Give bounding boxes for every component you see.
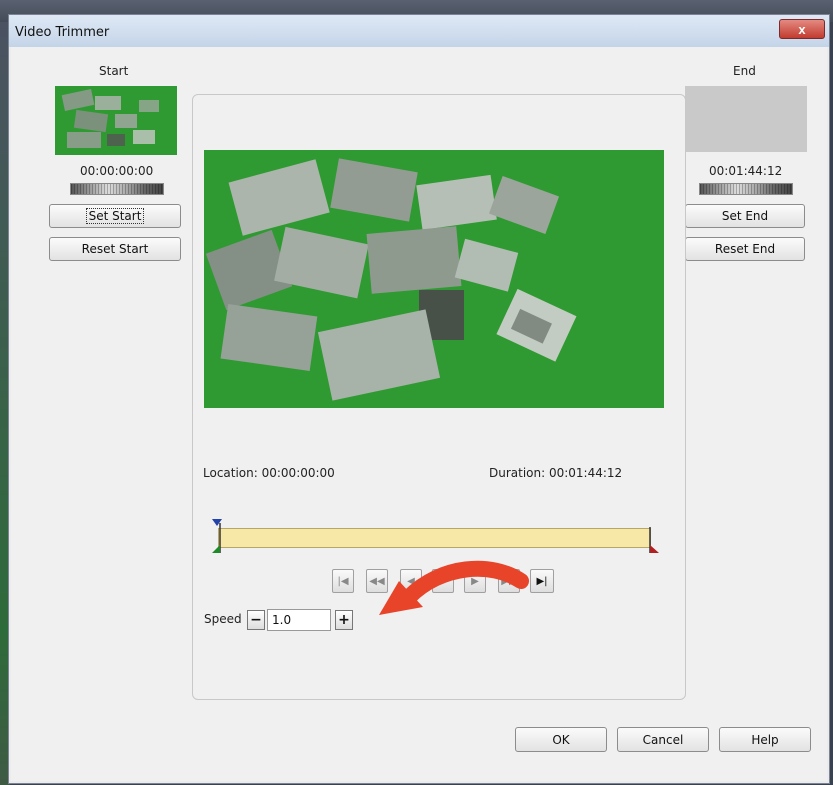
location-readout: Location: 00:00:00:00 — [203, 466, 335, 480]
speed-increase-button[interactable]: + — [335, 610, 353, 630]
set-start-button[interactable]: Set Start — [49, 204, 181, 228]
go-to-end-button[interactable]: ▶| — [530, 569, 554, 593]
start-marker-icon[interactable] — [208, 519, 228, 555]
go-to-end-icon: ▶| — [536, 575, 548, 587]
start-heading: Start — [99, 64, 129, 78]
reset-start-button[interactable]: Reset Start — [49, 237, 181, 261]
annotation-arrow-icon — [379, 560, 529, 615]
start-thumbnail — [55, 86, 177, 155]
speed-decrease-button[interactable]: − — [247, 610, 265, 630]
window-title: Video Trimmer — [15, 25, 110, 40]
reset-end-label: Reset End — [714, 242, 776, 256]
ok-button[interactable]: OK — [515, 727, 607, 752]
end-timecode: 00:01:44:12 — [709, 164, 783, 178]
close-button[interactable]: x — [779, 19, 825, 39]
speed-label: Speed — [204, 612, 242, 626]
set-start-label: Set Start — [85, 208, 145, 224]
reset-start-label: Reset Start — [81, 242, 149, 256]
go-to-start-icon: |◀ — [337, 575, 349, 587]
end-thumbnail — [685, 86, 807, 152]
reset-end-button[interactable]: Reset End — [685, 237, 805, 261]
set-end-button[interactable]: Set End — [685, 204, 805, 228]
minus-icon: − — [250, 612, 262, 628]
ok-label: OK — [552, 732, 570, 747]
video-trimmer-dialog: Video Trimmer x Start 00:00:00:00 Set St… — [8, 14, 830, 784]
go-to-start-button[interactable]: |◀ — [332, 569, 354, 593]
video-preview — [204, 150, 664, 408]
speed-input[interactable] — [267, 609, 331, 631]
close-icon: x — [798, 21, 806, 37]
end-marker-icon[interactable] — [647, 525, 663, 555]
start-timecode: 00:00:00:00 — [80, 164, 154, 178]
set-end-label: Set End — [721, 209, 769, 223]
end-level-meter — [699, 183, 793, 195]
cancel-button[interactable]: Cancel — [617, 727, 709, 752]
start-level-meter — [70, 183, 164, 195]
help-label: Help — [751, 732, 779, 747]
cancel-label: Cancel — [642, 732, 684, 747]
plus-icon: + — [338, 612, 350, 628]
title-bar: Video Trimmer x — [9, 15, 829, 47]
timeline-track[interactable] — [218, 528, 651, 548]
help-button[interactable]: Help — [719, 727, 811, 752]
duration-readout: Duration: 00:01:44:12 — [489, 466, 623, 480]
end-heading: End — [733, 64, 756, 78]
dialog-client: Start 00:00:00:00 Set Start Reset Start … — [11, 47, 827, 781]
